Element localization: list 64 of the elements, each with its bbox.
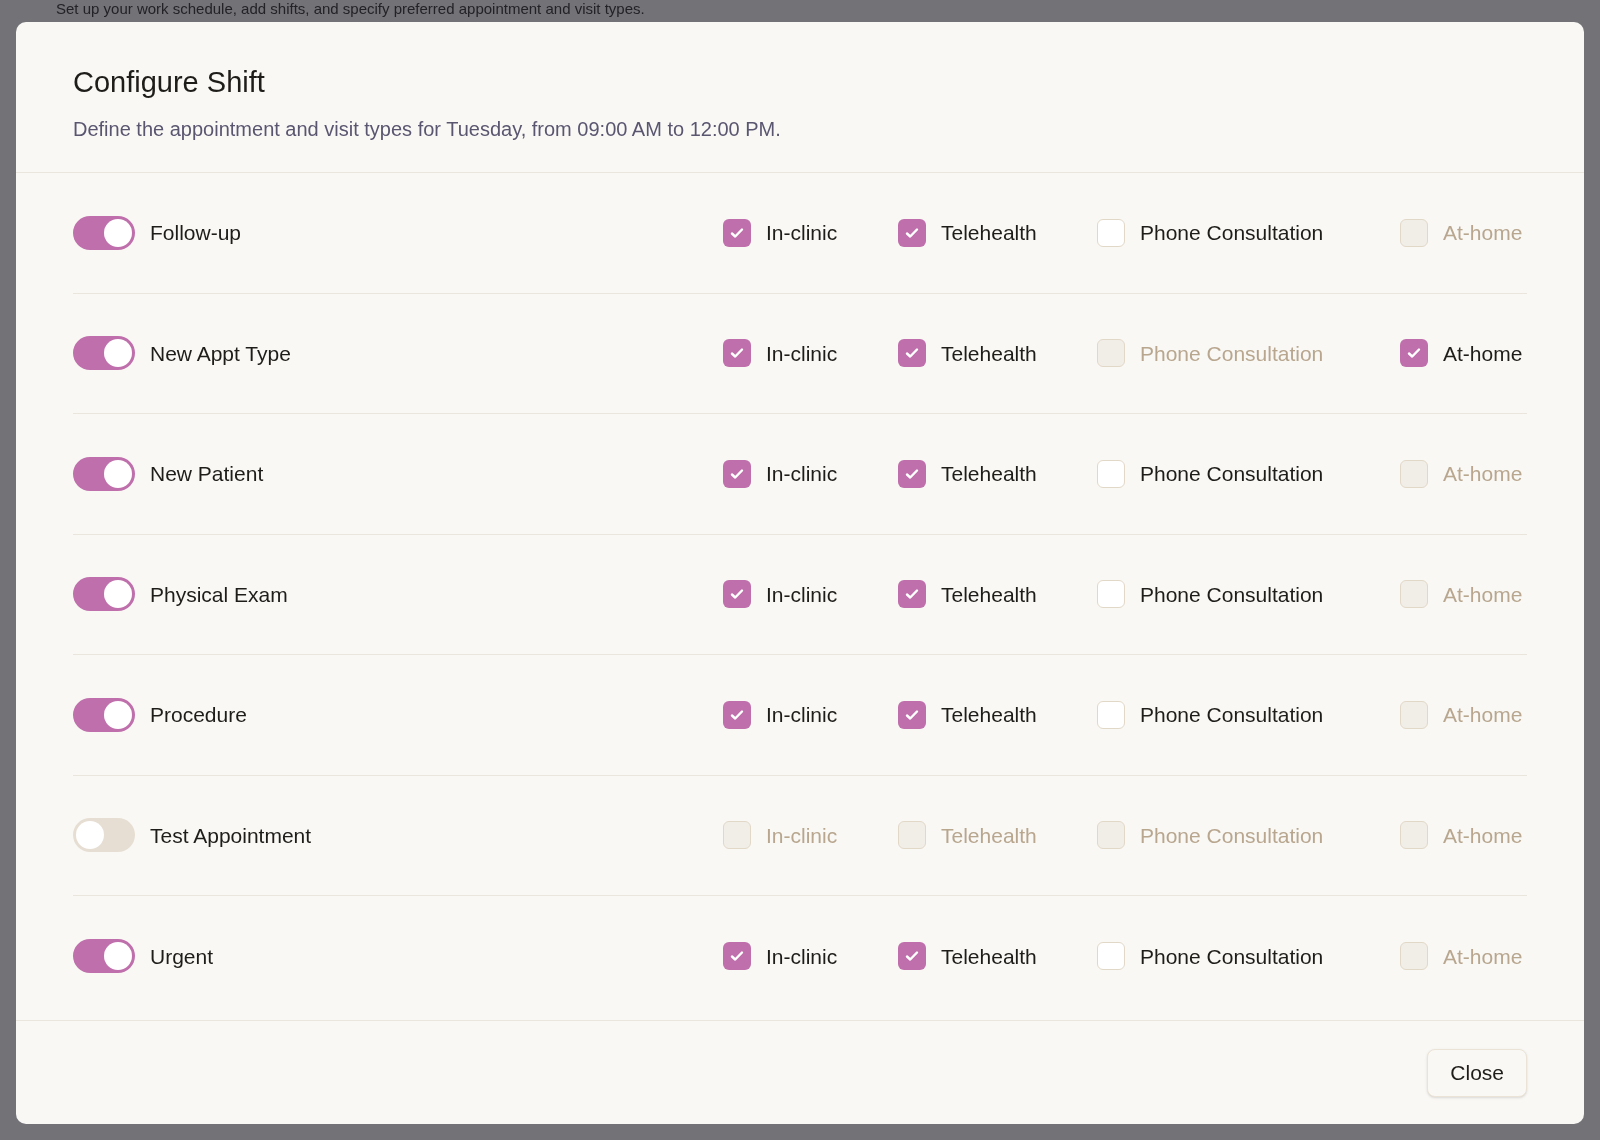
checkbox[interactable] [723, 218, 751, 247]
close-button[interactable]: Close [1427, 1048, 1527, 1097]
toggle-switch[interactable] [73, 336, 135, 371]
checkbox[interactable] [898, 580, 926, 609]
visit-type-label: In-clinic [766, 461, 838, 487]
background-description: Set up your work schedule, add shifts, and specify preferred appointment and visit types. [56, 0, 645, 18]
visit-type-label: In-clinic [766, 340, 838, 367]
appointment-type-label: New Patient [150, 461, 264, 487]
checkbox[interactable] [1097, 218, 1125, 247]
appointment-type-label: Physical Exam [150, 581, 288, 608]
checkbox[interactable] [898, 218, 926, 247]
visit-type-label: Phone Consultation [1140, 822, 1324, 849]
appointment-type-label: Follow-up [150, 220, 242, 246]
visit-type-label: At-home [1443, 461, 1523, 487]
visit-type-label: Phone Consultation [1140, 220, 1324, 246]
dialog-description: Define the appointment and visit types for Tuesday, from 09:00 AM to 12:00 PM. [73, 117, 782, 142]
checkbox[interactable] [1097, 700, 1125, 729]
visit-type-label: Telehealth [941, 943, 1037, 970]
checkbox[interactable] [1400, 339, 1428, 368]
visit-type-label: In-clinic [766, 943, 838, 970]
checkbox[interactable] [1097, 942, 1125, 971]
visit-type-label: In-clinic [766, 702, 838, 728]
checkbox[interactable] [1097, 580, 1125, 609]
toggle-switch[interactable] [73, 577, 135, 612]
toggle-switch[interactable] [73, 939, 135, 974]
checkbox[interactable] [723, 580, 751, 609]
visit-type-label: At-home [1443, 943, 1523, 970]
visit-type-label: Telehealth [941, 340, 1037, 367]
visit-type-label: Telehealth [941, 461, 1037, 487]
checkbox[interactable] [898, 942, 926, 971]
visit-type-label: In-clinic [766, 581, 838, 608]
visit-type-label: At-home [1443, 340, 1523, 367]
appointment-type-label: New Appt Type [150, 340, 291, 367]
visit-type-label: Phone Consultation [1140, 461, 1324, 487]
visit-type-label: In-clinic [766, 220, 838, 246]
dialog-title: Configure Shift [73, 65, 266, 100]
visit-type-label: At-home [1443, 581, 1523, 608]
checkbox[interactable] [723, 700, 751, 729]
appointment-type-label: Procedure [150, 702, 247, 728]
visit-type-label: In-clinic [766, 822, 838, 849]
checkbox[interactable] [723, 942, 751, 971]
visit-type-label: At-home [1443, 220, 1523, 246]
toggle-switch[interactable] [73, 818, 135, 853]
checkbox[interactable] [898, 700, 926, 729]
checkbox[interactable] [898, 339, 926, 368]
visit-type-label: Phone Consultation [1140, 702, 1324, 728]
visit-type-label: Telehealth [941, 702, 1037, 728]
appointment-type-label: Test Appointment [150, 822, 312, 849]
toggle-switch[interactable] [73, 697, 135, 732]
visit-type-label: At-home [1443, 702, 1523, 728]
checkbox[interactable] [723, 339, 751, 368]
visit-type-label: Phone Consultation [1140, 581, 1324, 608]
visit-type-label: Telehealth [941, 822, 1037, 849]
toggle-switch[interactable] [73, 215, 135, 250]
visit-type-label: Telehealth [941, 220, 1037, 246]
appointment-type-label: Urgent [150, 943, 214, 970]
checkbox[interactable] [723, 459, 751, 488]
visit-type-label: Phone Consultation [1140, 943, 1324, 970]
visit-type-label: Phone Consultation [1140, 340, 1324, 367]
checkbox[interactable] [898, 459, 926, 488]
checkbox[interactable] [1097, 459, 1125, 488]
visit-type-label: At-home [1443, 822, 1523, 849]
toggle-switch[interactable] [73, 456, 135, 491]
visit-type-label: Telehealth [941, 581, 1037, 608]
